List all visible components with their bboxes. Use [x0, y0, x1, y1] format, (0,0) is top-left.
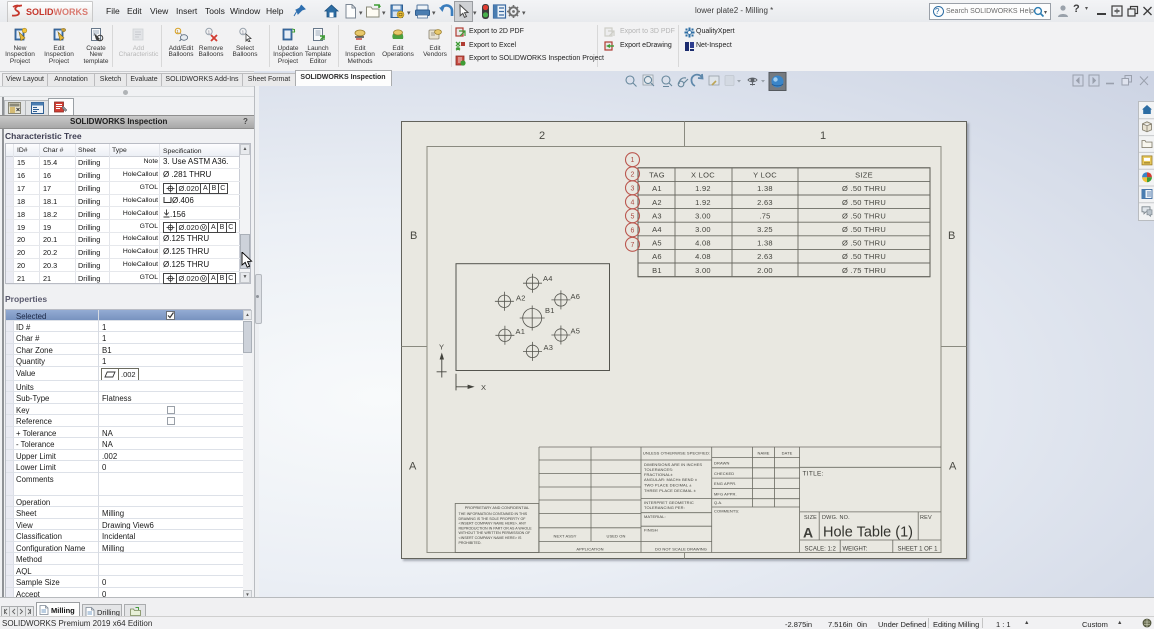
- svg-text:NEXT ASSY: NEXT ASSY: [553, 534, 576, 539]
- svg-text:THREE PLACE DECIMAL ±: THREE PLACE DECIMAL ±: [644, 488, 697, 493]
- svg-text:<INSERT COMPANY NAME HERE>. AN: <INSERT COMPANY NAME HERE>. ANY: [459, 522, 527, 526]
- svg-text:A5: A5: [571, 326, 581, 335]
- svg-text:SIZE: SIZE: [804, 515, 817, 521]
- svg-text:2.00: 2.00: [757, 266, 773, 275]
- svg-text:DRAWING IS THE SOLE PROPERTY O: DRAWING IS THE SOLE PROPERTY OF: [459, 517, 527, 521]
- svg-text:A1: A1: [516, 327, 526, 336]
- svg-text:DRAWN: DRAWN: [714, 461, 729, 466]
- svg-text:Ø .50 THRU: Ø .50 THRU: [842, 225, 886, 234]
- svg-text:A: A: [949, 461, 957, 473]
- svg-text:TAG: TAG: [649, 171, 665, 180]
- svg-text:Ø .50 THRU: Ø .50 THRU: [842, 239, 886, 248]
- svg-text:SIZE: SIZE: [855, 171, 873, 180]
- svg-text:REPRODUCTION IN PART OR AS A W: REPRODUCTION IN PART OR AS A WHOLE: [459, 526, 533, 530]
- svg-text:SCALE: 1:2: SCALE: 1:2: [805, 547, 837, 553]
- svg-text:A2: A2: [516, 294, 526, 303]
- svg-text:DATE: DATE: [782, 451, 793, 456]
- svg-text:1: 1: [242, 30, 245, 35]
- svg-text:2: 2: [539, 130, 545, 142]
- svg-text:M: M: [202, 225, 206, 230]
- svg-text:DO NOT SCALE DRAWING: DO NOT SCALE DRAWING: [655, 547, 707, 552]
- svg-text:3: 3: [631, 185, 635, 192]
- svg-text:B1: B1: [652, 266, 662, 275]
- svg-text:2: 2: [631, 171, 635, 178]
- svg-text:APPLICATION: APPLICATION: [576, 547, 603, 552]
- svg-text:4.08: 4.08: [695, 252, 711, 261]
- svg-text:TOLERANCING PER:: TOLERANCING PER:: [644, 505, 685, 510]
- svg-text:1.38: 1.38: [757, 184, 773, 193]
- svg-text:5: 5: [631, 213, 635, 220]
- svg-text:DWG. NO.: DWG. NO.: [822, 515, 850, 521]
- svg-text:Hole Table (1): Hole Table (1): [823, 525, 913, 541]
- svg-text:THE INFORMATION CONTAINED IN T: THE INFORMATION CONTAINED IN THIS: [459, 512, 528, 516]
- svg-text:A1: A1: [652, 184, 662, 193]
- svg-text:1: 1: [820, 130, 826, 142]
- svg-text:A5: A5: [652, 239, 662, 248]
- svg-text:1.92: 1.92: [695, 184, 711, 193]
- svg-text:Ø .50 THRU: Ø .50 THRU: [842, 211, 886, 220]
- svg-text:FINISH: FINISH: [644, 528, 658, 533]
- svg-text:TITLE:: TITLE:: [803, 471, 824, 478]
- svg-text:UNLESS OTHERWISE SPECIFIED:: UNLESS OTHERWISE SPECIFIED:: [643, 451, 710, 456]
- svg-text:A3: A3: [544, 343, 554, 352]
- svg-text:A2: A2: [652, 198, 662, 207]
- svg-text:1: 1: [208, 30, 211, 35]
- svg-text:SHEET 1 OF 1: SHEET 1 OF 1: [898, 547, 939, 553]
- svg-text:2.63: 2.63: [757, 198, 773, 207]
- svg-text:3.00: 3.00: [695, 211, 711, 220]
- svg-text:A: A: [409, 461, 417, 473]
- svg-text:7: 7: [631, 242, 635, 249]
- svg-text:CHECKED: CHECKED: [714, 471, 734, 476]
- svg-text:NAME: NAME: [758, 451, 770, 456]
- svg-text:6: 6: [631, 227, 635, 234]
- svg-text:A: A: [803, 525, 813, 541]
- svg-text:X LOC: X LOC: [691, 171, 715, 180]
- svg-text:2.63: 2.63: [757, 252, 773, 261]
- svg-text:MFG APPR.: MFG APPR.: [714, 491, 737, 496]
- svg-text:A3: A3: [652, 211, 662, 220]
- svg-text:A6: A6: [652, 252, 662, 261]
- svg-text:Y: Y: [439, 343, 444, 352]
- svg-text:MATERIAL:: MATERIAL:: [644, 514, 666, 519]
- svg-text:WITHOUT THE WRITTEN PERMISSION: WITHOUT THE WRITTEN PERMISSION OF: [459, 531, 532, 535]
- svg-text:3.25: 3.25: [757, 225, 773, 234]
- svg-text:.75: .75: [759, 211, 770, 220]
- svg-text:Q.A.: Q.A.: [714, 500, 722, 505]
- svg-text:1.38: 1.38: [757, 239, 773, 248]
- svg-text:WEIGHT:: WEIGHT:: [843, 547, 868, 553]
- svg-text:A6: A6: [571, 292, 581, 301]
- svg-text:B: B: [948, 230, 955, 242]
- svg-text:A4: A4: [543, 274, 553, 283]
- svg-text:Ø .50 THRU: Ø .50 THRU: [842, 198, 886, 207]
- svg-text:Ø .50 THRU: Ø .50 THRU: [842, 184, 886, 193]
- svg-text:1.92: 1.92: [695, 198, 711, 207]
- svg-text:B1: B1: [545, 306, 555, 315]
- svg-text:X: X: [481, 383, 486, 392]
- svg-text:COMMENTS:: COMMENTS:: [714, 508, 739, 513]
- svg-text:3.00: 3.00: [695, 225, 711, 234]
- svg-text:TWO PLACE DECIMAL ±: TWO PLACE DECIMAL ±: [644, 483, 692, 488]
- svg-text:Ø .75 THRU: Ø .75 THRU: [842, 266, 886, 275]
- svg-text:USED ON: USED ON: [607, 534, 626, 539]
- svg-text:<INSERT COMPANY NAME HERE> IS: <INSERT COMPANY NAME HERE> IS: [459, 536, 522, 540]
- svg-text:3.00: 3.00: [695, 266, 711, 275]
- svg-text:REV: REV: [920, 515, 932, 521]
- svg-text:1: 1: [631, 157, 635, 164]
- svg-text:M: M: [202, 276, 206, 281]
- svg-text:B: B: [410, 230, 417, 242]
- svg-text:PROPRIETARY AND CONFIDENTIAL: PROPRIETARY AND CONFIDENTIAL: [465, 506, 530, 510]
- svg-text:ANGULAR: MACH± BEND ±: ANGULAR: MACH± BEND ±: [644, 477, 698, 482]
- svg-text:ENG APPR.: ENG APPR.: [714, 481, 736, 486]
- svg-text:Y LOC: Y LOC: [753, 171, 777, 180]
- svg-text:4: 4: [631, 199, 635, 206]
- svg-text:4.08: 4.08: [695, 239, 711, 248]
- svg-text:PROHIBITED.: PROHIBITED.: [459, 541, 482, 545]
- svg-text:A4: A4: [652, 225, 662, 234]
- svg-text:Ø .50 THRU: Ø .50 THRU: [842, 252, 886, 261]
